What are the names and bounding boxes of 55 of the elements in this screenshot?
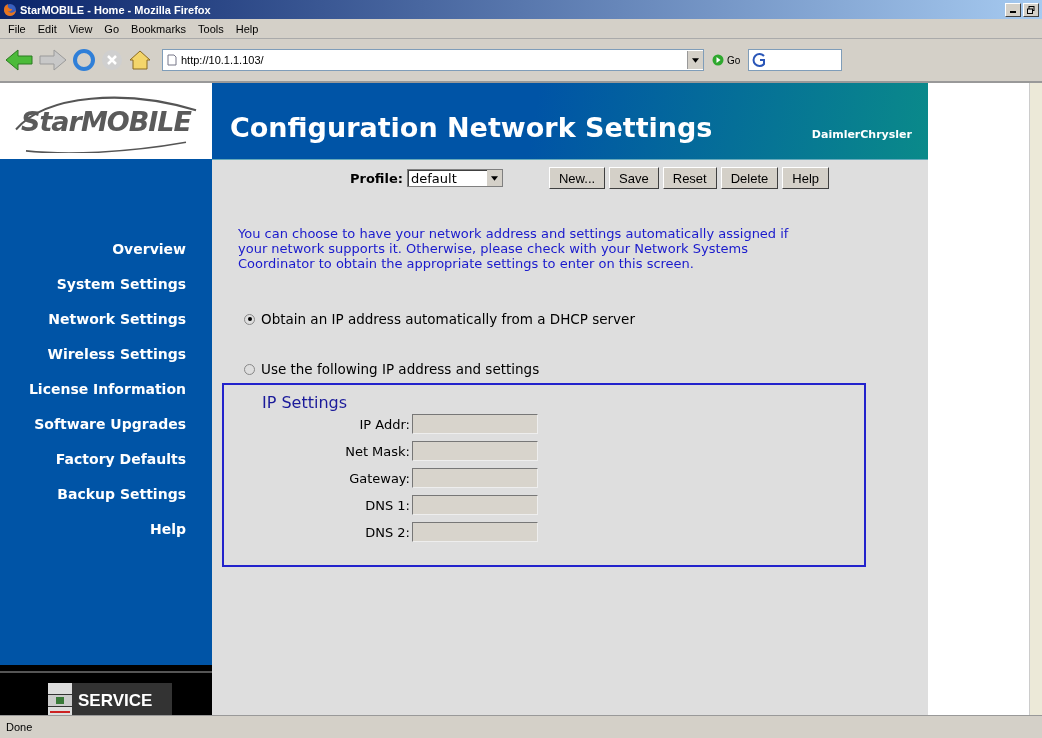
brand-name: DaimlerChrysler <box>811 126 912 141</box>
scrollbar[interactable] <box>1029 83 1042 715</box>
browser-logo-icon <box>3 2 17 17</box>
logo: StarMOBILE <box>0 83 212 159</box>
menu-item[interactable]: Help <box>229 22 265 35</box>
sidebar-link[interactable]: Factory Defaults <box>55 449 186 469</box>
field-label: DNS 2: <box>364 524 410 540</box>
home-icon[interactable] <box>128 48 152 72</box>
dropdown-arrow-icon <box>491 175 498 181</box>
profile-label: Profile: <box>350 170 403 186</box>
field-label: Gateway: <box>348 470 410 486</box>
address-field[interactable]: http://10.1.1.103/ <box>162 49 704 71</box>
radio-option[interactable]: Obtain an IP address automatically from a DHCP server <box>244 311 928 327</box>
sidebar-link[interactable]: System Settings <box>56 274 186 294</box>
menu-item[interactable]: Edit <box>31 22 63 35</box>
dropdown-arrow-icon <box>692 57 699 63</box>
page-title: Configuration Network Settings <box>230 110 713 143</box>
brand-logos-icon <box>48 683 72 715</box>
menu-item[interactable]: View <box>62 22 99 35</box>
field-label: DNS 1: <box>364 497 410 513</box>
sidebar-link[interactable]: License Information <box>28 379 186 399</box>
radio-option[interactable]: Use the following IP address and settings <box>244 361 928 377</box>
toolbar-button[interactable]: Save <box>609 167 659 189</box>
menu-item[interactable]: Go <box>98 22 126 35</box>
menu-item[interactable]: Tools <box>192 22 230 35</box>
search-field[interactable] <box>748 49 843 71</box>
toolbar-button[interactable]: New... <box>549 167 606 189</box>
panel-title: IP Settings <box>262 393 348 412</box>
toolbar-button[interactable]: Delete <box>720 167 779 189</box>
sidebar-link[interactable]: Software Upgrades <box>34 414 186 434</box>
toolbar-button[interactable]: Reset <box>662 167 717 189</box>
profile-dropdown[interactable]: default <box>407 169 503 187</box>
service-badge: SERVICE <box>48 683 172 715</box>
go-button[interactable]: Go <box>708 54 745 66</box>
sidebar-link[interactable]: Wireless Settings <box>47 344 186 364</box>
page-icon <box>167 54 177 66</box>
sidebar-link[interactable]: Help <box>149 519 186 539</box>
restore-button[interactable] <box>1023 2 1039 17</box>
toolbar-button[interactable]: Help <box>782 167 830 189</box>
window-title: StarMOBILE - Home - Mozilla Firefox <box>20 3 211 16</box>
minimize-icon <box>1010 11 1016 13</box>
reload-icon[interactable] <box>72 48 96 72</box>
sidebar-link[interactable]: Backup Settings <box>57 484 186 504</box>
field-label: IP Addr: <box>358 416 410 432</box>
menu-item[interactable]: File <box>2 22 32 35</box>
status-text: Done <box>6 721 33 733</box>
search-engine-icon <box>751 52 768 68</box>
restore-icon <box>1027 5 1035 14</box>
sidebar-link[interactable]: Overview <box>112 239 186 259</box>
field-label: Net Mask: <box>344 443 410 459</box>
minimize-button[interactable] <box>1005 2 1021 17</box>
sidebar-link[interactable]: Network Settings <box>48 309 186 329</box>
intro-paragraph: You can choose to have your network address and settings automatically assigned if your network supports it. Otherwise, please check with your Network Systems Coordinator to obtain the appropriate settings to enter on this screen. <box>238 226 790 271</box>
menu-item[interactable]: Bookmarks <box>125 22 193 35</box>
back-arrow-icon[interactable] <box>4 48 34 72</box>
